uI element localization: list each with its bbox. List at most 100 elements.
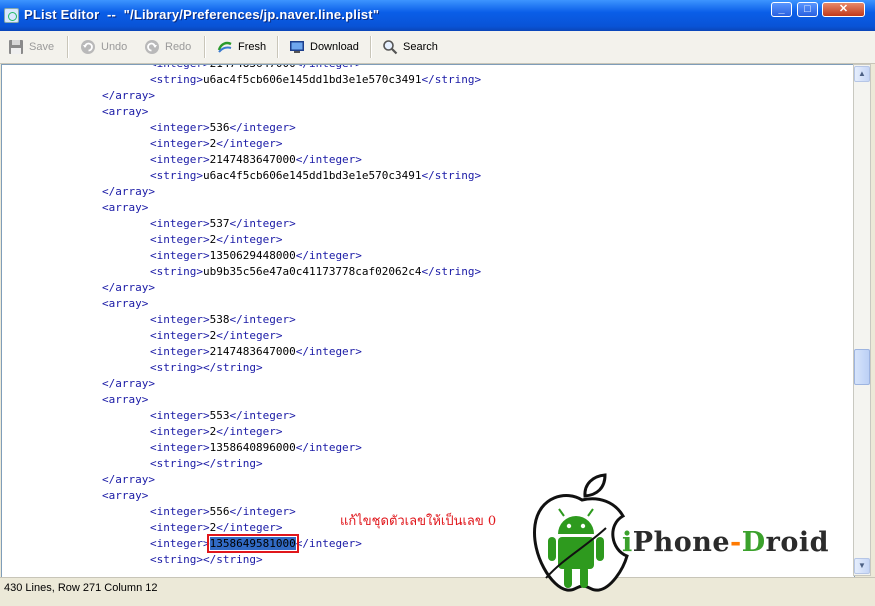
- plist-open-tag: <integer>: [150, 345, 210, 358]
- plist-open-tag: <array>: [102, 297, 149, 310]
- plist-line: <integer>2147483647000</integer>: [150, 65, 362, 72]
- plist-open-tag: <integer>: [150, 137, 210, 150]
- plist-value: u6ac4f5cb606e145dd1bd3e1e570c3491: [202, 73, 422, 86]
- redo-button[interactable]: Redo: [144, 31, 191, 63]
- plist-line: <string>u6ac4f5cb606e145dd1bd3e1e570c349…: [150, 168, 481, 184]
- undo-button[interactable]: Undo: [80, 31, 127, 63]
- plist-close-tag: </string>: [202, 361, 263, 374]
- plist-open-tag: <integer>: [150, 521, 210, 534]
- plist-close-tag: </string>: [202, 553, 263, 566]
- plist-close-tag: </string>: [421, 73, 482, 86]
- window-title: PList Editor -- "/Library/Preferences/jp…: [24, 7, 380, 22]
- plist-close-tag: </string>: [421, 265, 482, 278]
- search-button[interactable]: Search: [382, 31, 438, 63]
- status-bar: 430 Lines, Row 271 Column 12: [0, 577, 875, 600]
- redo-icon: [144, 39, 160, 55]
- plist-close-tag: </integer>: [216, 137, 283, 150]
- plist-line: <integer>536</integer>: [150, 120, 296, 136]
- plist-close-tag: </integer>: [216, 521, 283, 534]
- plist-value: 2147483647000: [209, 153, 296, 166]
- plist-line: <integer>2</integer>: [150, 328, 282, 344]
- plist-close-tag: </integer>: [216, 233, 283, 246]
- undo-icon: [80, 39, 96, 55]
- plist-open-tag: <integer>: [150, 217, 210, 230]
- maximize-button[interactable]: □: [797, 2, 818, 17]
- plist-line: <integer>2</integer>: [150, 520, 282, 536]
- app-icon: [4, 8, 19, 23]
- plist-close-tag: </integer>: [229, 313, 296, 326]
- plist-open-tag: <integer>: [150, 249, 210, 262]
- plist-open-tag: <array>: [102, 489, 149, 502]
- plist-open-tag: </array>: [102, 377, 155, 390]
- plist-value: 1350629448000: [209, 249, 296, 262]
- plist-value: 1358640896000: [209, 441, 296, 454]
- plist-line: <array>: [102, 104, 148, 120]
- plist-open-tag: </array>: [102, 281, 155, 294]
- plist-close-tag: </integer>: [229, 121, 296, 134]
- redo-label: Redo: [165, 41, 192, 53]
- search-icon: [382, 39, 398, 55]
- plist-open-tag: <integer>: [150, 313, 210, 326]
- plist-open-tag: <string>: [150, 457, 203, 470]
- scroll-up-button[interactable]: ▲: [854, 66, 870, 82]
- save-button[interactable]: Save: [8, 31, 54, 63]
- plist-close-tag: </string>: [421, 169, 482, 182]
- plist-line: </array>: [102, 184, 155, 200]
- minimize-button[interactable]: _: [771, 2, 792, 17]
- toolbar-separator: [67, 36, 69, 58]
- plist-line: <integer>553</integer>: [150, 408, 296, 424]
- plist-value: 2147483647000: [210, 65, 296, 70]
- plist-line: <integer>1350629448000</integer>: [150, 248, 362, 264]
- android-robot-icon: [545, 508, 607, 588]
- window-bottom-edge: [0, 599, 875, 606]
- plist-line: </array>: [102, 280, 155, 296]
- plist-open-tag: </array>: [102, 89, 155, 102]
- plist-close-tag: </integer>: [216, 425, 283, 438]
- annotation-text: แก้ไขชุดตัวเลขให้เป็นเลข 0: [340, 514, 497, 529]
- plist-line: <integer>538</integer>: [150, 312, 296, 328]
- download-button[interactable]: Download: [289, 31, 359, 63]
- plist-close-tag: </integer>: [229, 217, 296, 230]
- plist-line: <integer>1358649581000</integer>: [150, 534, 362, 553]
- plist-open-tag: <string>: [150, 73, 203, 86]
- vertical-scrollbar[interactable]: ▲ ▼: [853, 64, 871, 576]
- toolbar-separator: [204, 36, 206, 58]
- plist-close-tag: </integer>: [295, 537, 362, 550]
- scroll-down-button[interactable]: ▼: [854, 558, 870, 574]
- plist-line: </array>: [102, 376, 155, 392]
- plist-line: <string>u6ac4f5cb606e145dd1bd3e1e570c349…: [150, 72, 481, 88]
- download-label: Download: [310, 41, 359, 53]
- plist-close-tag: </string>: [202, 457, 263, 470]
- plist-line: <array>: [102, 200, 148, 216]
- toolbar: Save Undo Redo Fresh Download Search: [0, 31, 875, 64]
- close-button[interactable]: ✕: [822, 2, 865, 17]
- plist-text-editor[interactable]: <integer>2147483647000</integer><string>…: [1, 64, 855, 578]
- plist-close-tag: </integer>: [229, 409, 296, 422]
- iphone-droid-watermark: iPhone-Droid: [622, 527, 830, 558]
- fresh-button[interactable]: Fresh: [217, 31, 266, 63]
- plist-open-tag: <integer>: [150, 537, 210, 550]
- plist-close-tag: </integer>: [295, 153, 362, 166]
- plist-line: <integer>2147483647000</integer>: [150, 152, 362, 168]
- plist-line: <integer>537</integer>: [150, 216, 296, 232]
- plist-close-tag: </integer>: [229, 505, 296, 518]
- plist-value: 553: [209, 409, 230, 422]
- plist-open-tag: <integer>: [150, 65, 210, 70]
- toolbar-separator: [277, 36, 279, 58]
- plist-line: <string></string>: [150, 360, 263, 376]
- plist-open-tag: <integer>: [150, 409, 210, 422]
- toolbar-separator: [370, 36, 372, 58]
- plist-value: 537: [209, 217, 230, 230]
- plist-line: </array>: [102, 472, 155, 488]
- plist-line: <string></string>: [150, 456, 263, 472]
- plist-value: ub9b35c56e47a0c41173778caf02062c4: [202, 265, 422, 278]
- plist-value: 556: [209, 505, 230, 518]
- plist-open-tag: <string>: [150, 361, 203, 374]
- plist-value: 536: [209, 121, 230, 134]
- plist-open-tag: <string>: [150, 265, 203, 278]
- scroll-thumb[interactable]: [854, 349, 870, 385]
- plist-line: <integer>2</integer>: [150, 136, 282, 152]
- plist-line: <integer>2147483647000</integer>: [150, 344, 362, 360]
- plist-close-tag: </integer>: [295, 441, 362, 454]
- plist-open-tag: <string>: [150, 169, 203, 182]
